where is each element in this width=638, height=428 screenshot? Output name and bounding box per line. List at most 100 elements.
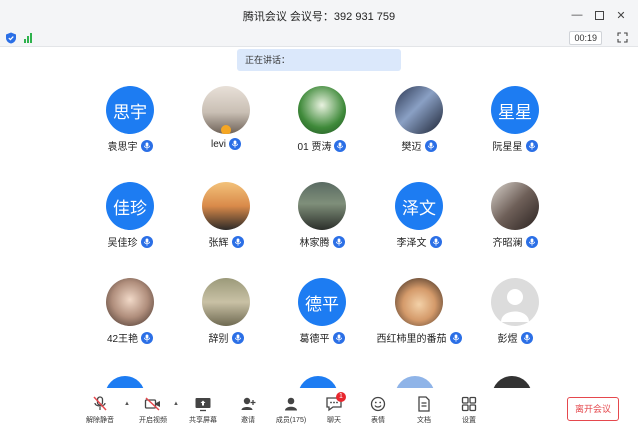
share-screen-button[interactable]: 共享屏幕 (181, 396, 225, 428)
start-video-button[interactable]: 开启视频 (131, 396, 175, 428)
share-screen-icon (194, 396, 212, 412)
settings-button[interactable]: 设置 (447, 396, 491, 428)
unmute-button[interactable]: 解除静音 (78, 396, 122, 428)
microphone-icon (140, 235, 153, 248)
participant-name: 01 贾涛 (297, 142, 332, 153)
docs-button[interactable]: 文档 (402, 396, 446, 428)
participant-tile[interactable]: 林家腾 (274, 182, 370, 262)
participant-name: 葛德平 (299, 334, 330, 345)
microphone-icon (520, 331, 533, 344)
invite-button[interactable]: 邀请 (226, 396, 270, 428)
close-icon[interactable]: ✕ (612, 6, 630, 24)
microphone-icon (229, 138, 241, 150)
members-icon (282, 396, 300, 412)
microphone-icon (231, 331, 244, 344)
participant-name-row: 张辉 (209, 234, 244, 249)
participant-name-row: 42王艳 (106, 330, 154, 345)
participant-name: 李泽文 (396, 238, 427, 249)
microphone-icon (140, 139, 153, 152)
participant-tile[interactable]: 彭煜 (467, 278, 563, 358)
participant-name: 西红柿里的番茄 (376, 334, 447, 345)
participant-tile[interactable]: 星星 阮星星 (467, 86, 563, 166)
host-badge-icon (221, 125, 231, 134)
avatar (298, 86, 346, 134)
members-button[interactable]: 成员(175) (269, 396, 313, 428)
avatar (298, 182, 346, 230)
title-bar: 腾讯会议 会议号：392 931 759 — ✕ (0, 0, 638, 31)
avatar (202, 182, 250, 230)
participant-name-row: 林家腾 (300, 234, 345, 249)
avatar-text: 德平 (305, 294, 339, 315)
grid-icon (460, 396, 478, 412)
participant-name: 阮星星 (492, 142, 523, 153)
maximize-icon[interactable] (590, 6, 608, 24)
participant-tile[interactable]: 思宇袁思宇 (82, 86, 178, 166)
chat-unread-badge: 1 (336, 392, 346, 402)
avatar (202, 86, 250, 134)
participant-tile[interactable]: 01 贾涛 (274, 86, 370, 166)
participant-tile[interactable]: 齐昭澜 (467, 182, 563, 262)
participant-tile[interactable]: levi (178, 86, 274, 166)
shield-icon[interactable] (5, 32, 17, 44)
avatar: 德平 (298, 278, 346, 326)
leave-meeting-button[interactable]: 离开会议 (567, 397, 619, 421)
participant-name-row: 李泽文 (397, 234, 442, 249)
participant-name: levi (210, 138, 226, 150)
chevron-up-icon[interactable]: ▲ (124, 401, 130, 407)
participant-name-row: 彭煜 (498, 330, 533, 345)
participant-name: 42王艳 (106, 334, 139, 345)
chevron-up-icon[interactable]: ▲ (173, 401, 179, 407)
avatar: 佳珍 (106, 182, 154, 230)
participant-tile[interactable]: 辞别 (178, 278, 274, 358)
window-title: 腾讯会议 会议号：392 931 759 (242, 11, 396, 23)
document-icon (415, 396, 433, 412)
participant-name: 辞别 (208, 334, 229, 345)
microphone-icon (231, 235, 244, 248)
participant-name-row: 阮星星 (493, 138, 538, 153)
participant-name: 林家腾 (299, 238, 330, 249)
participant-name: 袁思宇 (107, 142, 138, 153)
participant-name: 张辉 (208, 238, 229, 249)
participant-name-row: 01 贾涛 (298, 138, 347, 153)
participant-name-row: 齐昭澜 (493, 234, 538, 249)
meeting-timer: 00:19 (569, 31, 602, 45)
invite-icon (239, 396, 257, 412)
chat-button[interactable]: 1 聊天 (312, 392, 356, 428)
smiley-icon (369, 396, 387, 412)
participant-tile[interactable]: 德平葛德平 (274, 278, 370, 358)
participant-tile[interactable]: 西红柿里的番茄 (371, 278, 467, 358)
participant-tile[interactable]: 泽文 李泽文 (371, 182, 467, 262)
participant-tile[interactable]: 佳珍 吴佳珍 (82, 182, 178, 262)
avatar (491, 278, 539, 326)
avatar (395, 278, 443, 326)
participant-name-row: 袁思宇 (108, 138, 153, 153)
microphone-icon (141, 331, 154, 344)
microphone-icon (525, 235, 538, 248)
avatar (491, 182, 539, 230)
minimize-icon[interactable]: — (568, 6, 586, 24)
participant-name: 彭煜 (497, 334, 518, 345)
participant-name-row: 樊迈 (402, 138, 437, 153)
reactions-button[interactable]: 表情 (356, 396, 400, 428)
unmute-label: 解除静音 (86, 417, 114, 424)
participant-name-row: 吴佳珍 (108, 234, 153, 249)
avatar-text: 佳珍 (113, 198, 147, 219)
participant-tile[interactable]: 张辉 (178, 182, 274, 262)
window-controls: — ✕ (568, 6, 630, 24)
invite-label: 邀请 (241, 417, 255, 424)
fullscreen-icon[interactable] (617, 32, 628, 43)
status-bar: 00:19 (0, 30, 638, 47)
microphone-icon (332, 235, 345, 248)
participant-tile[interactable]: 42王艳 (82, 278, 178, 358)
signal-icon[interactable] (24, 33, 32, 43)
participant-tile[interactable]: 樊迈 (371, 86, 467, 166)
avatar (106, 278, 154, 326)
avatar: 泽文 (395, 182, 443, 230)
members-label: 成员(175) (275, 417, 307, 424)
avatar-text: 思宇 (113, 102, 147, 123)
video-off-icon (144, 396, 162, 412)
microphone-icon (449, 331, 462, 344)
participant-name-row: 西红柿里的番茄 (377, 330, 462, 345)
microphone-icon (429, 235, 442, 248)
participant-name-row: 葛德平 (300, 330, 345, 345)
